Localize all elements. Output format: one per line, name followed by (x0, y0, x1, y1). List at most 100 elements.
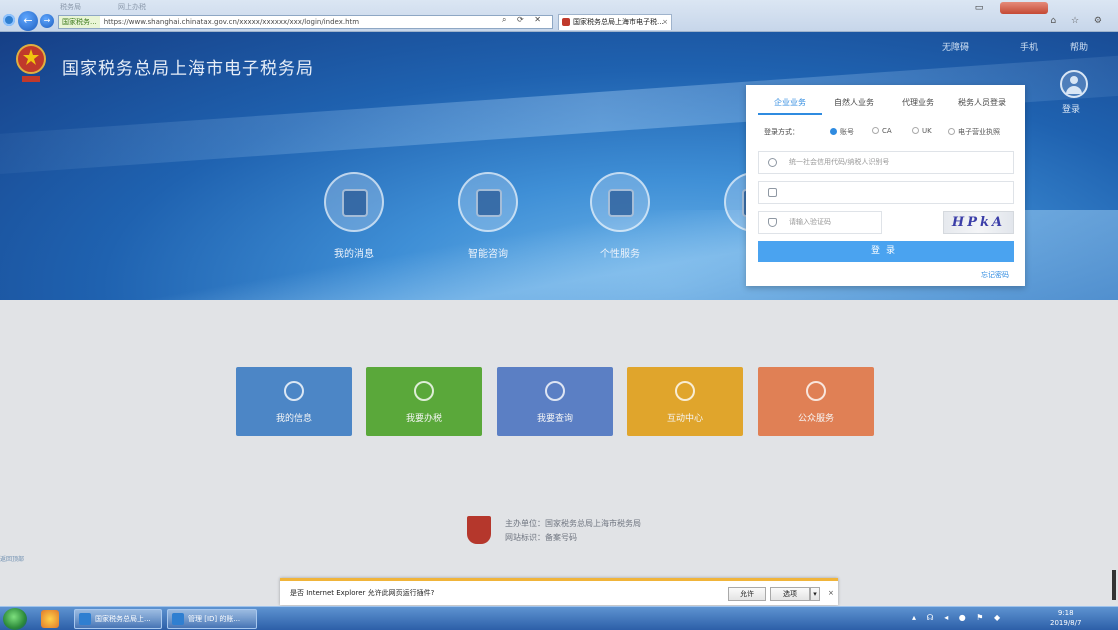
toolbar-icons[interactable]: ⌂ ☆ ⚙ (1050, 16, 1108, 26)
login-button[interactable]: 登录 (758, 241, 1014, 262)
active-tab-indicator (758, 113, 822, 115)
tile-icon (806, 381, 826, 401)
browser-chrome: 税务局 网上办税 ← → 国家税务... https://www.shanghai… (0, 0, 1118, 32)
radio-label: 电子营业执照 (958, 128, 1000, 136)
service-tile[interactable]: 我要办税 (366, 367, 482, 436)
tab-agent[interactable]: 代理业务 (886, 97, 950, 108)
service-tile[interactable]: 互动中心 (627, 367, 743, 436)
login-type-ca[interactable]: CA (872, 127, 892, 135)
browser-tab-active[interactable]: 国家税务总局上海市电子税... × (558, 14, 672, 30)
address-bar[interactable]: 国家税务... https://www.shanghai.chinatax.gov… (58, 15, 553, 29)
taskbar: 国家税务总局上... 管理 [ID] 的账... ▴ ☊ ◂ ● ⚑ ◆ 9:1… (0, 606, 1118, 630)
username-field[interactable]: 统一社会信用代码/纳税人识别号 (758, 151, 1014, 174)
clock-time: 9:18 (1057, 609, 1074, 617)
tile-label: 我的信息 (275, 414, 312, 424)
tab-close-icon[interactable]: × (662, 15, 668, 30)
captcha-input[interactable]: 请输入验证码 (758, 211, 882, 234)
shield-icon (768, 218, 777, 227)
footer-record: 网站标识：备案号码 (505, 533, 577, 542)
document-icon (342, 189, 368, 217)
footer-emblem-logo (467, 516, 491, 544)
tile-icon (284, 381, 304, 401)
address-url: https://www.shanghai.chinatax.gov.cn/xxx… (103, 18, 360, 26)
grid-icon (608, 189, 634, 217)
login-type-account[interactable]: 账号 (830, 127, 854, 137)
accessibility-link[interactable]: 无障碍 (942, 40, 969, 53)
password-field[interactable] (758, 181, 1014, 204)
browser-tab-title: 国家税务总局上海市电子税... (573, 18, 664, 26)
site-identity: 国家税务... (59, 16, 100, 28)
service-tile[interactable]: 公众服务 (758, 367, 874, 436)
service-label: 我的消息 (334, 249, 374, 260)
system-tray-icons[interactable]: ▴ ☊ ◂ ● ⚑ ◆ (912, 613, 1004, 622)
mobile-link[interactable]: 手机 (1020, 40, 1038, 53)
forward-button[interactable]: → (40, 14, 54, 28)
national-emblem-logo (16, 44, 46, 82)
ghost-tab: 网上办税 (118, 3, 146, 11)
allow-button[interactable]: 允许 (728, 587, 766, 601)
radio-icon (912, 127, 919, 134)
service-tile[interactable]: 我的信息 (236, 367, 352, 436)
personal-service-button[interactable] (590, 172, 650, 232)
login-panel: 企业业务 自然人业务 代理业务 税务人员登录 登录方式： 账号 CA UK 电子… (746, 85, 1025, 286)
tab-individual[interactable]: 自然人业务 (822, 97, 886, 108)
taskbar-item[interactable]: 国家税务总局上... (74, 609, 162, 629)
content-area (0, 300, 1118, 606)
user-avatar-icon[interactable] (1060, 70, 1088, 98)
web-page: 国家税务总局上海市电子税务局 无障碍 手机 帮助 登录 我的消息 智能咨询 个性… (0, 32, 1118, 606)
minimize-icon[interactable]: ▭ (970, 1, 988, 15)
service-label: 智能咨询 (468, 249, 508, 260)
radio-icon (830, 128, 837, 135)
browser-pin-icon[interactable] (41, 610, 59, 628)
login-tabs: 企业业务 自然人业务 代理业务 税务人员登录 (758, 95, 1013, 115)
login-type-license[interactable]: 电子营业执照 (948, 127, 1000, 137)
back-to-top-link[interactable]: 返回顶部 (0, 554, 24, 563)
site-title: 国家税务总局上海市电子税务局 (62, 59, 314, 79)
options-button[interactable]: 选项 (770, 587, 810, 601)
chat-icon (476, 189, 502, 217)
options-dropdown-icon[interactable]: ▾ (810, 587, 820, 601)
captcha-image[interactable]: HPkA (943, 211, 1014, 234)
ghost-tab: 税务局 (60, 3, 81, 11)
user-login-link[interactable]: 登录 (1062, 102, 1080, 115)
scrollbar[interactable] (1112, 570, 1116, 600)
tile-label: 我要办税 (405, 414, 442, 424)
tab-enterprise[interactable]: 企业业务 (758, 97, 822, 108)
service-tile[interactable]: 我要查询 (497, 367, 613, 436)
tile-label: 互动中心 (666, 414, 703, 424)
login-type-uk[interactable]: UK (912, 127, 932, 135)
radio-label: 账号 (840, 128, 854, 136)
address-bar-icons[interactable]: ⌕ ⟳ ✕ (502, 15, 545, 25)
footer-sponsor: 主办单位：国家税务总局上海市税务局 (505, 519, 641, 528)
username-placeholder: 统一社会信用代码/纳税人识别号 (789, 158, 890, 166)
captcha-placeholder: 请输入验证码 (789, 218, 831, 226)
tile-icon (675, 381, 695, 401)
radio-icon (948, 128, 955, 135)
service-label: 个性服务 (600, 249, 640, 260)
login-type-label: 登录方式： (764, 128, 799, 136)
help-link[interactable]: 帮助 (1070, 40, 1088, 53)
tile-label: 公众服务 (797, 414, 834, 424)
notification-close-icon[interactable]: × (828, 589, 834, 597)
window-close-button[interactable] (1000, 2, 1048, 14)
forgot-password-link[interactable]: 忘记密码 (981, 270, 1009, 280)
radio-label: UK (922, 127, 932, 135)
user-icon (768, 158, 777, 167)
tab-tax-staff[interactable]: 税务人员登录 (950, 97, 1014, 108)
taskbar-item[interactable]: 管理 [ID] 的账... (167, 609, 257, 629)
screen: 税务局 网上办税 ← → 国家税务... https://www.shanghai… (0, 0, 1118, 630)
notification-message: 是否 Internet Explorer 允许此网页运行插件? (290, 589, 435, 597)
tile-icon (414, 381, 434, 401)
radio-icon (872, 127, 879, 134)
my-messages-button[interactable] (324, 172, 384, 232)
notification-bar: 是否 Internet Explorer 允许此网页运行插件? 允许 选项 ▾ … (280, 578, 838, 605)
tile-icon (545, 381, 565, 401)
clock-date: 2019/8/7 (1050, 619, 1082, 627)
lock-icon (768, 188, 777, 197)
clock[interactable]: 9:18 2019/8/7 (1050, 608, 1081, 628)
tile-label: 我要查询 (536, 414, 573, 424)
start-button[interactable] (3, 608, 27, 630)
smart-consult-button[interactable] (458, 172, 518, 232)
back-button[interactable]: ← (18, 11, 38, 31)
radio-label: CA (882, 127, 892, 135)
